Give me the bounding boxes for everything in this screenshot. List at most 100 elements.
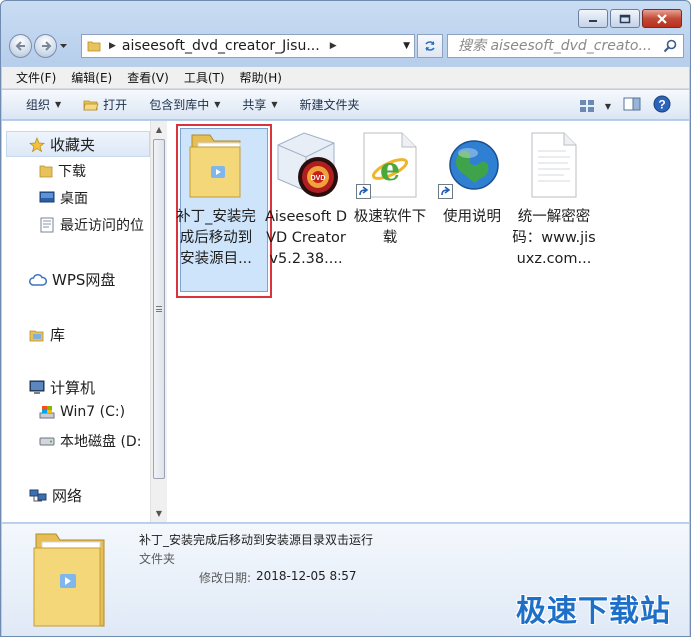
include-in-library-label: 包含到库中 [149,98,210,112]
minimize-icon [589,19,597,22]
close-button[interactable] [642,9,682,28]
details-date: 2018-12-05 8:57 [256,569,357,583]
library-icon [29,330,44,341]
share-button[interactable]: 共享 ▼ [242,96,277,113]
address-dropdown-icon[interactable]: ▼ [403,41,410,51]
details-title: 补丁_安装完成后移动到安装源目录双击运行 [139,533,374,547]
open-button[interactable]: 打开 [83,96,127,113]
nav-downloads-label: 下载 [58,164,86,180]
menu-tools[interactable]: 工具(T) [184,69,225,86]
scroll-up-button[interactable]: ▲ [151,121,167,138]
view-grid-icon [579,100,594,112]
computer-icon [29,380,45,394]
file-item-jisu-download[interactable]: e 极速软件下载 [350,129,430,249]
star-icon [29,136,45,152]
close-icon [657,13,667,24]
details-pane: 补丁_安装完成后移动到安装源目录双击运行 文件夹 修改日期: 2018-12-0… [2,523,689,636]
help-button[interactable]: ? [653,95,671,117]
minimize-button[interactable] [578,9,608,28]
hard-drive-icon [39,437,55,446]
organize-button[interactable]: 组织 ▼ [26,96,61,113]
file-item-instructions[interactable]: 使用说明 [432,129,512,228]
navigation-pane: 收藏夹 下载 桌面 最近访问的位 WPS网盘 库 计算机 Win7 (C:) 本… [2,121,150,522]
selected-folder-preview-icon [30,530,110,634]
nav-libraries[interactable]: 库 [29,324,65,345]
view-controls: ▼ ? [579,95,671,117]
scroll-down-button[interactable]: ▼ [151,505,167,522]
nav-wps-cloud[interactable]: WPS网盘 [29,269,115,290]
nav-wps-cloud-label: WPS网盘 [52,271,116,289]
open-label: 打开 [103,98,128,112]
new-folder-label: 新建文件夹 [299,98,360,112]
file-item-password-note[interactable]: 统一解密密码：www.jisuxz.com... [512,129,596,270]
address-bar[interactable]: ▶ aiseesoft_dvd_creator_Jisu... ▶ ▼ [81,34,415,58]
address-path[interactable]: aiseesoft_dvd_creator_Jisu... [122,38,320,54]
breadcrumb-chevron-icon[interactable]: ▶ [330,41,337,51]
include-in-library-button[interactable]: 包含到库中 ▼ [149,96,220,113]
chevron-down-icon[interactable]: ▼ [605,102,611,111]
globe-shortcut-icon [436,129,508,201]
refresh-button[interactable] [417,34,443,58]
navigation-bar: ▶ aiseesoft_dvd_creator_Jisu... ▶ ▼ [9,33,684,59]
nav-desktop[interactable]: 桌面 [39,188,88,208]
search-input[interactable] [458,38,658,54]
recent-pages-button[interactable] [57,36,69,56]
shortcut-arrow-icon [356,184,371,199]
breadcrumb-separator-icon[interactable]: ▶ [109,41,116,51]
search-icon[interactable] [663,39,677,53]
arrow-left-icon [15,41,25,51]
system-drive-icon [39,406,55,419]
help-icon: ? [653,95,671,113]
menu-file[interactable]: 文件(F) [16,69,56,86]
svg-text:DVD: DVD [311,175,326,182]
chevron-down-icon: ▼ [271,100,278,109]
refresh-icon [425,41,435,51]
chevron-down-icon [59,43,67,48]
arrow-right-icon [41,41,52,51]
organize-label: 组织 [26,98,51,112]
menu-edit[interactable]: 编辑(E) [71,69,112,86]
history-buttons [9,33,69,59]
file-name: 极速软件下载 [353,209,427,246]
preview-pane-button[interactable] [623,97,641,115]
nav-downloads[interactable]: 下载 [39,161,86,181]
menu-help[interactable]: 帮助(H) [240,69,282,86]
file-name: 补丁_安装完成后移动到安装源目... [176,209,256,267]
search-box[interactable] [447,34,684,58]
nav-drive-c[interactable]: Win7 (C:) [39,404,125,420]
share-label: 共享 [242,98,267,112]
nav-computer-label: 计算机 [50,379,96,397]
maximize-icon [619,14,631,23]
nav-drive-d[interactable]: 本地磁盘 (D: [39,431,141,451]
chevron-down-icon: ▼ [214,100,221,109]
file-list: 补丁_安装完成后移动到安装源目... DVD Aiseesoft DVD Cre… [168,121,689,522]
recent-places-icon [40,217,54,233]
nav-drive-c-label: Win7 (C:) [60,404,126,420]
scroll-thumb[interactable] [153,139,165,479]
file-name: Aiseesoft DVD Creator v5.2.38.... [264,209,348,267]
new-folder-button[interactable]: 新建文件夹 [300,96,360,113]
file-item-patch-folder[interactable]: 补丁_安装完成后移动到安装源目... [176,124,272,298]
ie-shortcut-icon: e [354,129,426,201]
chevron-down-icon: ▼ [55,100,62,109]
change-view-button[interactable]: ▼ [579,99,611,113]
maximize-button[interactable] [610,9,640,28]
shortcut-arrow-icon [438,184,453,199]
explorer-window: ▶ aiseesoft_dvd_creator_Jisu... ▶ ▼ 文件(F… [0,0,691,637]
nav-computer[interactable]: 计算机 [29,377,95,398]
navigation-scrollbar[interactable]: ▲ ▼ [150,121,167,522]
details-type: 文件夹 [139,552,176,566]
file-item-dvd-creator[interactable]: DVD Aiseesoft DVD Creator v5.2.38.... [264,129,348,270]
menu-view[interactable]: 查看(V) [127,69,169,86]
text-file-icon [518,129,590,201]
nav-recent-places[interactable]: 最近访问的位 [39,215,144,235]
nav-network-label: 网络 [52,487,83,505]
watermark-logo: 极速下载站 [516,594,671,629]
forward-button[interactable] [34,34,58,58]
preview-pane-icon [623,97,641,111]
file-name: 统一解密密码：www.jisuxz.com... [512,209,596,267]
nav-favorites[interactable]: 收藏夹 [29,134,95,155]
back-button[interactable] [9,34,33,58]
nav-network[interactable]: 网络 [29,485,82,506]
svg-text:?: ? [658,98,665,112]
